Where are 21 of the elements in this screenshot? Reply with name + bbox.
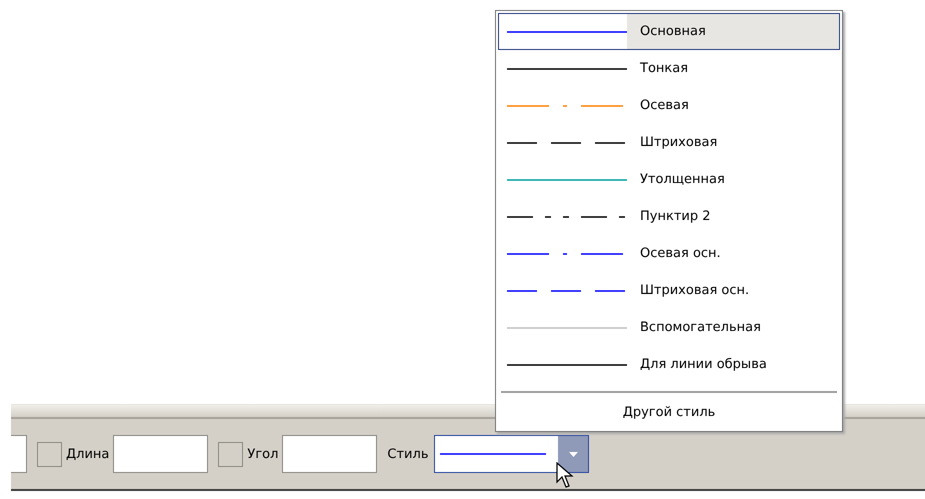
checkbox[interactable] [218, 442, 244, 466]
field-label: Угол [247, 446, 278, 462]
line-style-option[interactable]: Штриховая осн. [498, 272, 840, 309]
input-field[interactable] [113, 435, 208, 473]
line-style-option[interactable]: Для линии обрыва [498, 346, 840, 383]
line-style-option[interactable]: Пунктир 2 [498, 198, 840, 235]
other-style-option[interactable]: Другой стиль [496, 399, 842, 427]
caret-icon [568, 452, 578, 456]
line-style-option[interactable]: Осевая осн. [498, 235, 840, 272]
line-style-option[interactable]: Вспомогательная [498, 309, 840, 346]
input-field[interactable] [282, 435, 378, 473]
line-style-option[interactable]: Штриховая [498, 124, 840, 161]
checkbox[interactable] [37, 442, 62, 466]
line-style-option[interactable]: Тонкая [498, 50, 840, 87]
line-style-dropdown[interactable] [434, 435, 590, 473]
line-style-option[interactable]: Осевая [498, 87, 840, 124]
line-style-option[interactable]: Утолщенная [498, 161, 840, 198]
style-label: Стиль [387, 446, 428, 462]
input-field[interactable] [11, 435, 27, 473]
line-style-option[interactable]: Основная [498, 13, 840, 50]
field-label: Длина [66, 446, 110, 462]
